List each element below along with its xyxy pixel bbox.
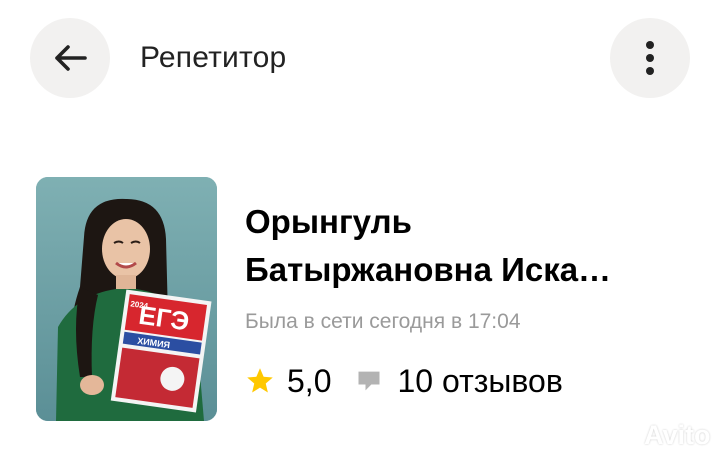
more-vertical-icon: [646, 41, 654, 75]
reviews-count[interactable]: 10 отзывов: [397, 361, 562, 401]
page-title: Репетитор: [140, 41, 287, 74]
star-icon: [247, 368, 273, 393]
review-bubble-icon: [358, 371, 380, 391]
tutor-name-line1: Орынгуль: [245, 203, 412, 240]
tutor-name: Орынгуль Батыржановна Иска…: [245, 198, 685, 294]
arrow-left-icon: [55, 45, 87, 71]
back-button[interactable]: [30, 18, 110, 98]
more-options-button[interactable]: [610, 18, 690, 98]
rating-value: 5,0: [287, 363, 332, 399]
last-seen-status: Была в сети сегодня в 17:04: [245, 310, 521, 333]
avito-watermark: Avito: [612, 420, 711, 451]
avito-logo-icon: [612, 421, 642, 450]
profile-photo[interactable]: ЕГЭ 2024 ХИМИЯ: [36, 177, 217, 421]
rating-row[interactable]: 5,0 10 отзывов: [245, 360, 563, 402]
tutor-name-line2: Батыржановна Иска…: [245, 251, 612, 288]
watermark-text: Avito: [644, 420, 711, 450]
tutor-photo-image: ЕГЭ 2024 ХИМИЯ: [36, 177, 217, 421]
